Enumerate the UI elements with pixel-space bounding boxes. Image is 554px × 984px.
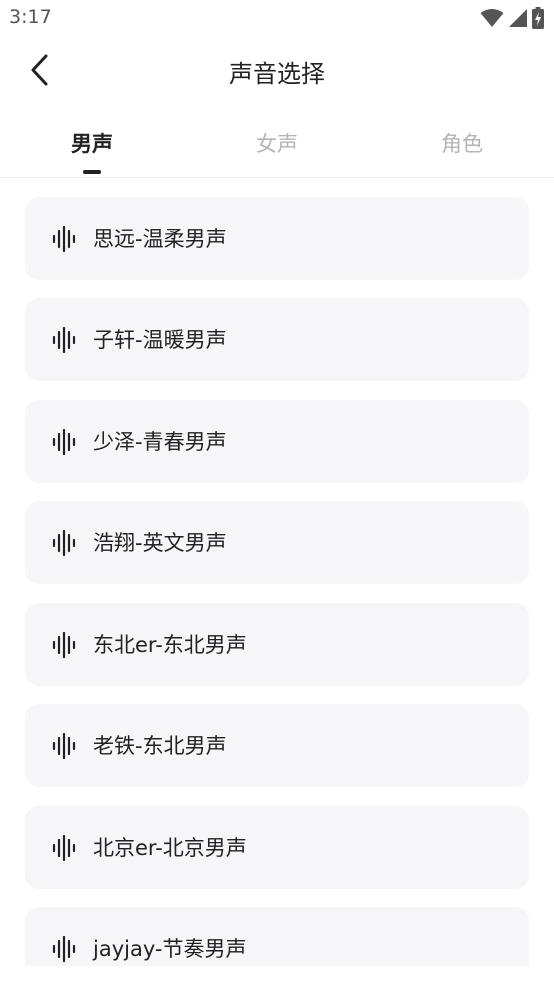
voice-item[interactable]: 老铁-东北男声 bbox=[25, 704, 529, 787]
signal-icon bbox=[509, 9, 527, 27]
battery-charging-icon bbox=[532, 7, 544, 29]
tab-female-voice[interactable]: 女声 bbox=[217, 128, 337, 158]
voice-name: 思远-温柔男声 bbox=[93, 227, 227, 251]
tab-active-indicator bbox=[83, 170, 101, 174]
tab-label: 女声 bbox=[256, 132, 298, 156]
voice-name: 老铁-东北男声 bbox=[93, 734, 227, 758]
tab-male-voice[interactable]: 男声 bbox=[32, 128, 152, 174]
voice-item[interactable]: jayjay-节奏男声 bbox=[25, 907, 529, 966]
status-bar: 3:17 bbox=[0, 0, 554, 36]
voice-item[interactable]: 浩翔-英文男声 bbox=[25, 501, 529, 584]
audio-wave-icon bbox=[52, 530, 76, 556]
voice-item[interactable]: 思远-温柔男声 bbox=[25, 197, 529, 280]
tab-label: 男声 bbox=[71, 132, 113, 156]
status-time: 3:17 bbox=[9, 6, 52, 28]
voice-item[interactable]: 少泽-青春男声 bbox=[25, 400, 529, 483]
voice-name: 北京er-北京男声 bbox=[93, 836, 247, 860]
wifi-icon bbox=[480, 9, 504, 27]
voice-name: 浩翔-英文男声 bbox=[93, 531, 227, 555]
voice-item[interactable]: 子轩-温暖男声 bbox=[25, 298, 529, 381]
audio-wave-icon bbox=[52, 936, 76, 962]
audio-wave-icon bbox=[52, 733, 76, 759]
voice-name: 东北er-东北男声 bbox=[93, 633, 247, 657]
status-icons bbox=[480, 7, 544, 29]
audio-wave-icon bbox=[52, 429, 76, 455]
voice-item[interactable]: 东北er-东北男声 bbox=[25, 603, 529, 686]
voice-name: jayjay-节奏男声 bbox=[93, 937, 247, 961]
voice-item[interactable]: 北京er-北京男声 bbox=[25, 806, 529, 889]
audio-wave-icon bbox=[52, 835, 76, 861]
tab-character[interactable]: 角色 bbox=[402, 128, 522, 158]
page-title: 声音选择 bbox=[229, 60, 325, 88]
voice-name: 子轩-温暖男声 bbox=[93, 328, 227, 352]
voice-list[interactable]: 思远-温柔男声 子轩-温暖男声 少泽-青春男声 浩翔-英文男声 东北er-东北男… bbox=[25, 178, 529, 966]
tab-label: 角色 bbox=[441, 132, 483, 156]
audio-wave-icon bbox=[52, 327, 76, 353]
audio-wave-icon bbox=[52, 226, 76, 252]
tab-bar: 男声 女声 角色 bbox=[0, 112, 554, 178]
audio-wave-icon bbox=[52, 632, 76, 658]
app-bar: 声音选择 bbox=[0, 36, 554, 106]
voice-name: 少泽-青春男声 bbox=[93, 430, 227, 454]
